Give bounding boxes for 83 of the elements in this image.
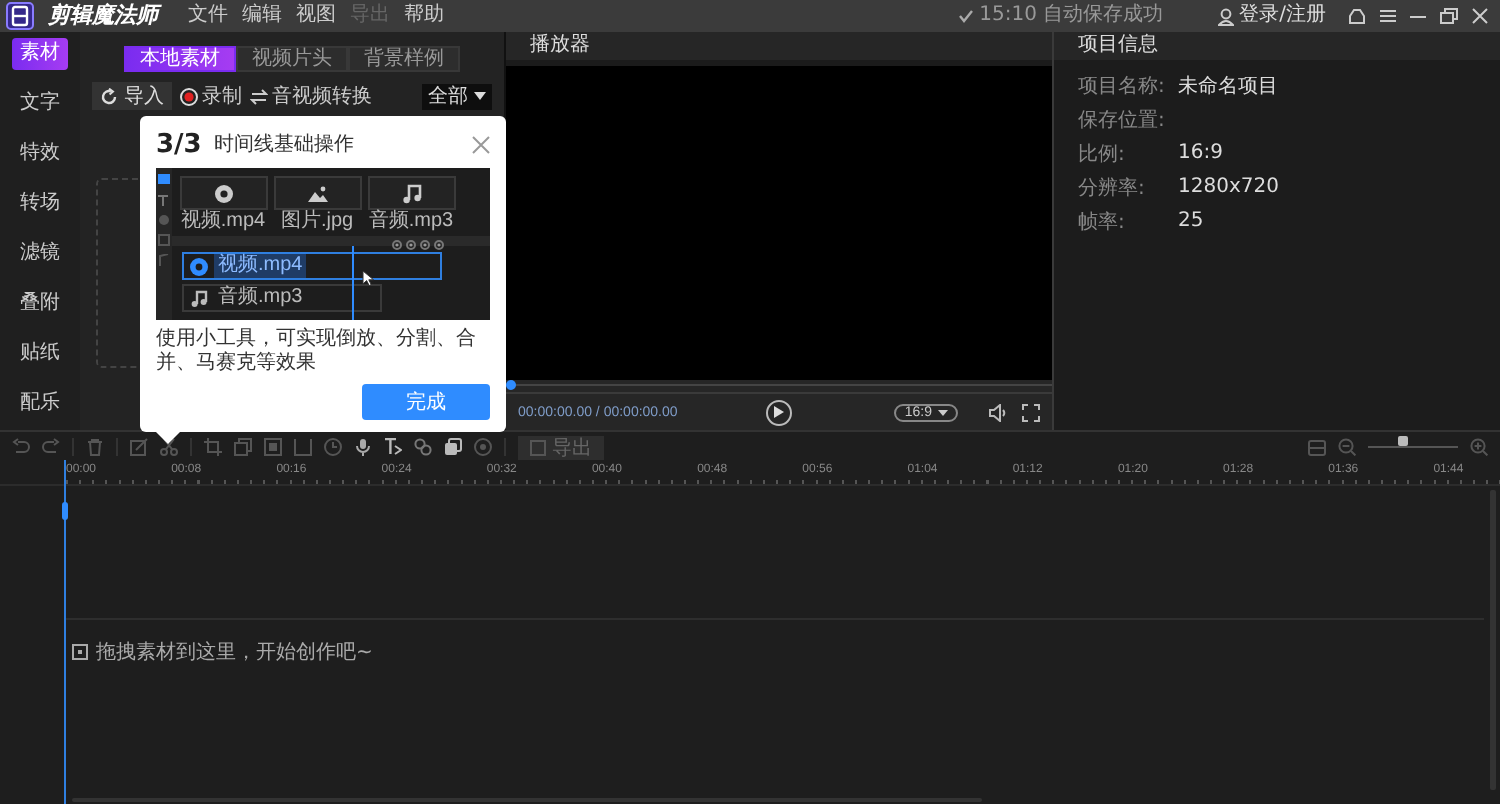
file-name: 音频.mp3: [368, 210, 454, 234]
clip-name: 视频.mp4: [214, 254, 307, 278]
play-icon: [774, 406, 784, 418]
zoom-out-icon[interactable]: [1338, 438, 1356, 456]
sidebar-item[interactable]: 文字: [12, 88, 68, 120]
field-label: 保存位置:: [1078, 107, 1167, 133]
field-value: 1280x720: [1178, 176, 1279, 198]
logo-icon: [6, 2, 34, 30]
redo-icon[interactable]: [42, 438, 60, 456]
undo-icon[interactable]: [12, 438, 30, 456]
fullscreen-icon[interactable]: [1022, 403, 1040, 421]
layers-icon[interactable]: [444, 438, 462, 456]
copy-icon[interactable]: [234, 438, 252, 456]
sidebar-item[interactable]: 转场: [12, 188, 68, 220]
record-button[interactable]: 录制: [180, 82, 242, 110]
drop-hint: 拖拽素材到这里，开始创作吧~: [96, 639, 373, 666]
tab[interactable]: 背景样例: [348, 46, 460, 72]
import-button[interactable]: 导入: [92, 82, 172, 110]
sidebar-item[interactable]: 配乐: [12, 388, 68, 420]
caret-icon: [938, 409, 948, 415]
zoom-in-icon[interactable]: [1470, 438, 1488, 456]
filter-dropdown[interactable]: 全部: [422, 83, 492, 109]
field-value: 25: [1178, 210, 1204, 232]
tool-icon: [158, 174, 170, 186]
popup-description: 使用小工具，可实现倒放、分割、合并、马赛克等效果: [156, 328, 478, 376]
progress-handle[interactable]: [506, 380, 516, 390]
menu-item[interactable]: 编辑: [242, 4, 282, 28]
scissors-icon[interactable]: [160, 438, 178, 456]
close-icon[interactable]: [1472, 8, 1488, 24]
tab[interactable]: 本地素材: [124, 46, 236, 72]
field-value: 16:9: [1178, 142, 1223, 164]
text-to-speech-icon[interactable]: [384, 438, 402, 456]
check-icon: [957, 8, 974, 24]
sidebar-item[interactable]: 贴纸: [12, 338, 68, 370]
trash-icon[interactable]: [86, 438, 104, 456]
sidebar-item[interactable]: 特效: [12, 138, 68, 170]
panel-title: 项目信息: [1054, 32, 1500, 60]
menu-item[interactable]: 视图: [296, 4, 336, 28]
login-link[interactable]: 登录/注册: [1239, 4, 1326, 28]
field-label: 项目名称:: [1078, 73, 1167, 99]
step-counter: 3/3: [156, 129, 202, 159]
field-label: 比例:: [1078, 141, 1127, 167]
convert-button[interactable]: 音视频转换: [250, 82, 372, 110]
microphone-icon[interactable]: [354, 438, 372, 456]
caret-icon: [474, 92, 486, 100]
user-icon[interactable]: [1217, 7, 1234, 25]
zoom-slider[interactable]: [1368, 440, 1458, 454]
image-file-icon: [307, 183, 327, 203]
app-title: 剪辑魔法师: [48, 4, 158, 28]
tool-icon: [158, 194, 170, 206]
frame-icon[interactable]: [294, 438, 312, 456]
refresh-icon: [100, 87, 118, 105]
play-button[interactable]: [766, 399, 792, 425]
tab[interactable]: 视频片头: [236, 46, 348, 72]
convert-icon: [250, 87, 268, 105]
popup-title: 时间线基础操作: [213, 131, 354, 158]
field-label: 分辨率:: [1078, 175, 1147, 201]
sidebar-item[interactable]: 素材: [12, 38, 68, 70]
menu-item[interactable]: 文件: [188, 4, 228, 28]
crop-icon[interactable]: [204, 438, 222, 456]
menu-icon[interactable]: [1380, 8, 1396, 24]
sidebar-item[interactable]: 滤镜: [12, 238, 68, 270]
maximize-icon[interactable]: [1440, 8, 1458, 24]
autosave-status: 15:10 自动保存成功: [979, 4, 1164, 28]
field-label: 帧率:: [1078, 209, 1127, 235]
record-icon: [180, 87, 198, 105]
file-name: 图片.jpg: [280, 210, 354, 234]
field-value: 未命名项目: [1178, 73, 1278, 99]
target-icon[interactable]: [474, 438, 492, 456]
volume-icon[interactable]: [988, 403, 1008, 421]
file-name: 视频.mp4: [180, 210, 266, 234]
playhead-handle[interactable]: [62, 502, 68, 520]
sidebar-item[interactable]: 叠附: [12, 288, 68, 320]
zoom-slider-handle[interactable]: [1398, 436, 1409, 446]
clock-icon[interactable]: [324, 438, 342, 456]
edit-icon[interactable]: [130, 438, 148, 456]
video-file-icon: [213, 183, 233, 203]
clip-name: 音频.mp3: [216, 286, 305, 310]
menu-item[interactable]: 帮助: [404, 4, 444, 28]
panel-title: 播放器: [528, 32, 592, 60]
music-file-icon: [401, 183, 421, 203]
clip-video-icon: [190, 257, 208, 275]
clip-music-icon: [190, 289, 208, 307]
